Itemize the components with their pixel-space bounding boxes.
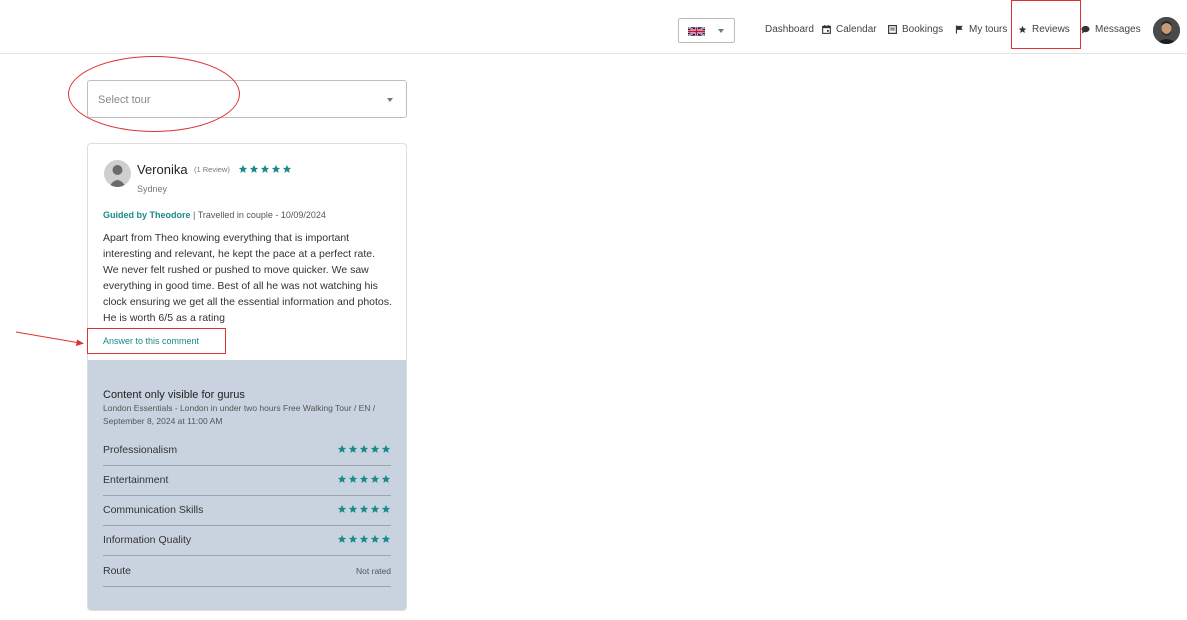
guru-only-section: Content only visible for gurus London Es… bbox=[88, 360, 406, 610]
star-icon bbox=[370, 474, 380, 484]
rating-row-information-quality: Information Quality bbox=[103, 525, 391, 556]
nav-calendar[interactable]: Calendar bbox=[822, 24, 877, 35]
reviewer-review-count: (1 Review) bbox=[194, 165, 230, 174]
reviewer-name: Veronika bbox=[137, 162, 188, 177]
guide-name: Guided by Theodore bbox=[103, 210, 191, 220]
guru-section-title: Content only visible for gurus bbox=[103, 389, 245, 401]
rating-value: Not rated bbox=[356, 566, 391, 576]
chevron-down-icon bbox=[718, 29, 724, 33]
star-icon bbox=[348, 444, 358, 454]
rating-label: Information Quality bbox=[103, 534, 192, 546]
review-meta: Guided by Theodore | Travelled in couple… bbox=[103, 210, 326, 220]
star-icon bbox=[381, 534, 391, 544]
star-icon bbox=[337, 474, 347, 484]
star-icon bbox=[282, 164, 292, 174]
rating-stars bbox=[337, 474, 391, 484]
review-card: Veronika (1 Review) Sydney Guided by The… bbox=[87, 143, 407, 611]
language-selector[interactable] bbox=[678, 18, 735, 43]
star-icon bbox=[348, 474, 358, 484]
annotation-arrow bbox=[15, 331, 84, 346]
rating-stars bbox=[337, 444, 391, 454]
star-icon bbox=[359, 534, 369, 544]
annotation-reviews-highlight bbox=[1011, 0, 1081, 49]
rating-label: Route bbox=[103, 565, 132, 577]
nav-bookings-label: Bookings bbox=[902, 24, 944, 35]
rating-row-route: Route Not rated bbox=[103, 556, 391, 587]
reviewer-city: Sydney bbox=[137, 184, 168, 194]
star-icon bbox=[249, 164, 259, 174]
star-icon bbox=[238, 164, 248, 174]
star-icon bbox=[381, 474, 391, 484]
nav-calendar-label: Calendar bbox=[836, 24, 877, 35]
star-icon bbox=[348, 534, 358, 544]
star-icon bbox=[271, 164, 281, 174]
star-icon bbox=[359, 444, 369, 454]
star-icon bbox=[381, 504, 391, 514]
nav-my-tours-label: My tours bbox=[969, 24, 1008, 35]
nav-dashboard-label: Dashboard bbox=[765, 24, 814, 35]
rating-stars bbox=[337, 504, 391, 514]
guru-section-tour-info: London Essentials - London in under two … bbox=[103, 403, 376, 426]
travel-details: | Travelled in couple - 10/09/2024 bbox=[190, 210, 326, 220]
star-icon bbox=[337, 504, 347, 514]
calendar-icon bbox=[822, 25, 831, 34]
rating-row-communication-skills: Communication Skills bbox=[103, 495, 391, 526]
review-star-rating bbox=[238, 164, 292, 174]
star-icon bbox=[381, 444, 391, 454]
rating-stars bbox=[337, 534, 391, 544]
rating-label: Communication Skills bbox=[103, 504, 204, 516]
star-icon bbox=[260, 164, 270, 174]
star-icon bbox=[370, 504, 380, 514]
reviewer-avatar-icon bbox=[104, 160, 131, 187]
nav-messages[interactable]: Messages bbox=[1081, 24, 1141, 35]
flag-icon bbox=[955, 25, 963, 34]
star-icon bbox=[337, 534, 347, 544]
user-photo bbox=[1153, 17, 1180, 44]
star-icon bbox=[359, 474, 369, 484]
annotation-select-circle bbox=[68, 56, 240, 132]
nav-messages-label: Messages bbox=[1095, 24, 1141, 35]
star-icon bbox=[359, 504, 369, 514]
rating-label: Entertainment bbox=[103, 474, 169, 486]
star-icon bbox=[337, 444, 347, 454]
uk-flag-icon bbox=[688, 26, 705, 37]
top-navigation-bar: Dashboard Calendar Bookings My tours Rev… bbox=[0, 0, 1187, 54]
star-icon bbox=[348, 504, 358, 514]
star-icon bbox=[370, 534, 380, 544]
rating-row-entertainment: Entertainment bbox=[103, 465, 391, 496]
review-text: Apart from Theo knowing everything that … bbox=[103, 232, 392, 324]
rating-row-professionalism: Professionalism bbox=[103, 435, 391, 466]
nav-my-tours[interactable]: My tours bbox=[955, 24, 1007, 35]
nav-bookings[interactable]: Bookings bbox=[888, 24, 943, 35]
rating-label: Professionalism bbox=[103, 444, 178, 456]
annotation-answer-highlight bbox=[87, 328, 226, 354]
chevron-down-icon bbox=[387, 98, 393, 102]
chat-bubble-icon bbox=[1081, 25, 1090, 34]
nav-dashboard[interactable]: Dashboard bbox=[765, 24, 814, 35]
bookings-icon bbox=[888, 25, 897, 34]
star-icon bbox=[370, 444, 380, 454]
user-avatar[interactable] bbox=[1153, 17, 1180, 44]
